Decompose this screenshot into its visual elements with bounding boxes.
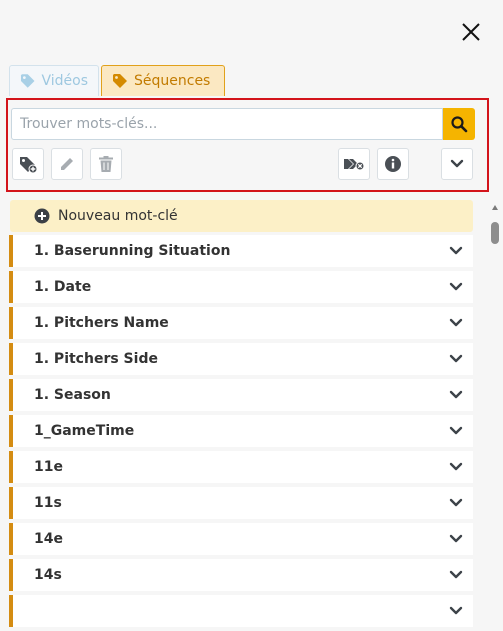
keyword-toolbar [6, 98, 489, 192]
tag-add-icon [20, 157, 38, 174]
tab-label: Vidéos [41, 73, 88, 89]
list-item-label: 14s [34, 567, 62, 583]
list-item-label: 1. Baserunning Situation [34, 243, 231, 259]
new-keyword-label: Nouveau mot-clé [58, 208, 178, 224]
search-input[interactable] [11, 108, 443, 140]
chevron-down-icon[interactable] [448, 315, 464, 331]
list-item[interactable]: 11e [9, 451, 473, 483]
chevron-down-icon[interactable] [448, 279, 464, 295]
list-item[interactable]: 1. Pitchers Side [9, 343, 473, 375]
chevron-down-icon[interactable] [448, 351, 464, 367]
chevron-down-icon[interactable] [448, 459, 464, 475]
list-item[interactable]: 14s [9, 559, 473, 591]
list-item-label: 1. Pitchers Name [34, 315, 169, 331]
keyword-list: 1. Baserunning Situation 1. Date 1. Pitche… [9, 235, 473, 631]
search-bar [11, 108, 484, 140]
list-item-label: 1. Pitchers Side [34, 351, 158, 367]
list-item-label: 14e [34, 531, 63, 547]
chevron-down-icon[interactable] [448, 387, 464, 403]
list-item[interactable]: 14e [9, 523, 473, 555]
info-icon [385, 156, 401, 172]
close-icon [462, 23, 480, 41]
list-item-label: 1_GameTime [34, 423, 135, 439]
list-item[interactable]: 1. Date [9, 271, 473, 303]
scroll-thumb[interactable] [491, 222, 499, 244]
list-item-label: 1. Season [34, 387, 111, 403]
delete-button[interactable] [90, 148, 122, 180]
tag-icon [20, 74, 35, 88]
chevron-down-icon[interactable] [448, 567, 464, 583]
scroll-up-arrow[interactable] [492, 205, 498, 210]
list-item[interactable]: 1. Season [9, 379, 473, 411]
tab-videos[interactable]: Vidéos [9, 65, 99, 96]
list-item[interactable]: 11s [9, 487, 473, 519]
list-item-label: 11s [34, 495, 62, 511]
list-item[interactable]: 1_GameTime [9, 415, 473, 447]
search-icon [451, 116, 468, 133]
chevron-down-icon[interactable] [448, 603, 464, 619]
remove-tags-button[interactable] [338, 148, 370, 180]
chevron-down-icon[interactable] [448, 243, 464, 259]
tab-sequences[interactable]: Séquences [101, 65, 225, 96]
list-item[interactable]: 1. Baserunning Situation [9, 235, 473, 267]
chevron-down-icon[interactable] [448, 423, 464, 439]
tag-icon [113, 74, 127, 88]
tab-bar: Vidéos Séquences [9, 65, 225, 96]
trash-icon [99, 156, 113, 172]
search-button[interactable] [443, 108, 475, 140]
close-button[interactable] [457, 18, 485, 46]
edit-button[interactable] [51, 148, 83, 180]
chevron-down-icon[interactable] [448, 531, 464, 547]
scrollbar[interactable] [490, 205, 500, 605]
plus-circle-icon [34, 208, 50, 224]
list-item[interactable]: 1. Pitchers Name [9, 307, 473, 339]
pencil-icon [61, 158, 73, 170]
chevron-down-icon[interactable] [448, 495, 464, 511]
tags-remove-icon [344, 159, 365, 171]
info-button[interactable] [377, 148, 409, 180]
chevron-down-icon [450, 159, 464, 168]
new-keyword-button[interactable]: Nouveau mot-clé [10, 200, 473, 232]
add-tag-button[interactable] [12, 148, 44, 180]
tab-label: Séquences [134, 73, 211, 89]
expand-toolbar-button[interactable] [441, 148, 473, 180]
list-item-label: 11e [34, 459, 63, 475]
list-item-label: 1. Date [34, 279, 92, 295]
list-item[interactable] [9, 595, 473, 627]
